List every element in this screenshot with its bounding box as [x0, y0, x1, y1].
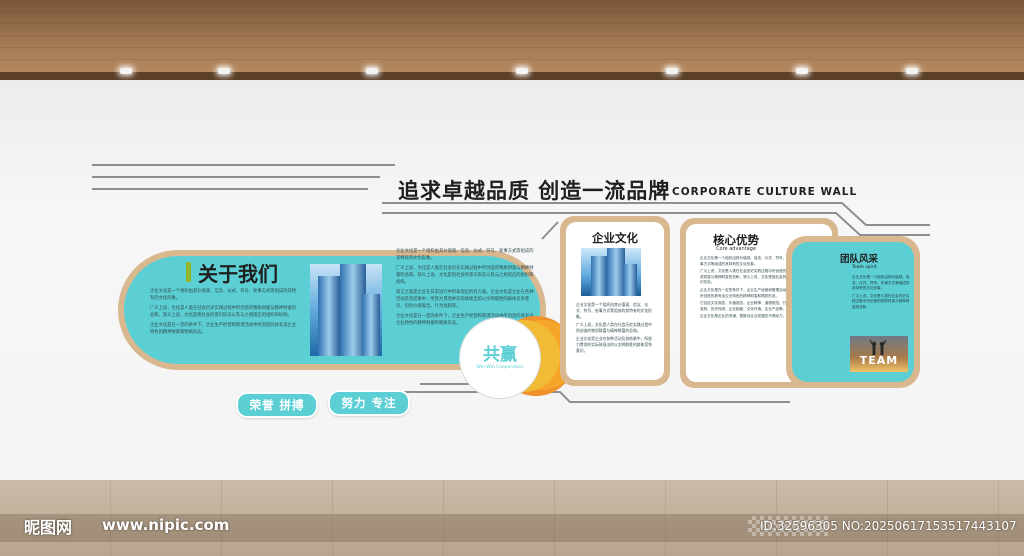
about-title: 关于我们	[198, 262, 278, 286]
culture-text: 企业文化是一个组织由其价值观、信念、仪式、符号、处事方式等组成的其特有的文化形象…	[576, 302, 654, 354]
about-paragraph: 企业文化是一个组织由其价值观、信念、仪式、符号、处事方式等组成的其特有的文化形象…	[150, 289, 297, 301]
culture-title: 企业文化	[592, 231, 638, 245]
win-win-title: 共赢	[483, 345, 517, 365]
page-slogan: 追求卓越品质 创造一流品牌	[398, 179, 671, 203]
team-subtitle: Team spirit	[852, 265, 877, 270]
about-paragraph: 企业文化是一个组织由其价值观、信念、仪式、符号、处事方式等组成的其特有的文化形象…	[396, 249, 534, 261]
advantage-paragraph: 企业文化是在一定的条件下，企业生产经营和管理活动中所创造的具有该企业特色的精神财…	[700, 287, 790, 298]
badge-honor: 荣誉 拼搏	[236, 392, 318, 418]
advantage-text: 企业文化是一个组织由其价值观、信念、仪式、符号、处事方式等组成的其特有的文化形象…	[700, 256, 790, 320]
slogan-english: CORPORATE CULTURE WALL	[672, 186, 858, 198]
skyscraper-photo	[581, 248, 641, 296]
advantage-subtitle: Core advantage	[716, 246, 756, 252]
about-text: 企业文化是一个组织由其价值观、信念、仪式、符号、处事方式等组成的其特有的文化形象…	[396, 248, 536, 327]
team-paragraph: 广义上说，文化是人类在社会历史实践过程中所创造的物质财富与精神财富的总和。	[852, 293, 910, 309]
watermark-logo: 昵图网	[24, 518, 73, 537]
title-accent-bar	[186, 262, 191, 282]
about-paragraph: 简言之就是企业在日常运行中所表现出的各方面。企业文化是企业在各种活动及其结果中，…	[396, 290, 534, 309]
culture-paragraph: 企业文化是企业在各种活动及其结果中，所努力贯彻并实际体现出的以文明取胜的群体竞争…	[576, 336, 652, 353]
advantage-paragraph: 广义上说，文化是人类在社会历史实践过程中所创造的物质财富与精神财富的总和，狭义上…	[700, 269, 790, 285]
skyscraper-photo	[310, 264, 382, 356]
about-text-left: 企业文化是一个组织由其价值观、信念、仪式、符号、处事方式等组成的其特有的文化形象…	[150, 288, 300, 336]
team-text: 企业文化是一个组织由其价值观、信念、仪式、符号、处事方式等组成的其特有的文化形象…	[852, 275, 912, 311]
team-paragraph: 企业文化是一个组织由其价值观、信念、仪式、符号、处事方式等组成的其特有的文化形象…	[852, 275, 910, 291]
about-paragraph: 企业文化是在一定的条件下，企业生产经营和管理活动中所创造的具有该企业特色的精神财…	[150, 323, 297, 335]
advantage-paragraph: 企业文化是企业的灵魂，是推动企业发展的不竭动力。	[700, 314, 787, 319]
advantage-paragraph: 企业文化是一个组织由其价值观、信念、仪式、符号、处事方式等组成的其特有的文化形象…	[700, 256, 790, 266]
culture-paragraph: 广义上说，文化是人类在社会历史实践过程中所创造的物质财富与精神财富的总和。	[576, 322, 652, 333]
watermark-id: ID:32596305 NO:20250617153517443107	[760, 519, 1017, 533]
culture-paragraph: 企业文化是一个组织由其价值观、信念、仪式、符号、处事方式等组成的其特有的文化形象…	[576, 302, 652, 319]
about-paragraph: 广义上说，文化是人类在社会历史实践过程中所创造的物质财富与精神财富的总和，狭义上…	[396, 266, 534, 285]
win-win-subtitle: Win-Win Cooperation	[476, 365, 524, 370]
watermark-url: www.nipic.com	[102, 516, 230, 534]
advantage-paragraph: 它包括文化观念、价值观念、企业精神、道德规范、行为准则、历史传统、企业制度、文化…	[700, 301, 790, 311]
team-title: 团队风采	[840, 254, 879, 265]
badge-effort: 努力 专注	[328, 390, 410, 416]
team-photo-word: TEAM	[859, 354, 899, 367]
about-paragraph: 广义上说，文化是人类在社会历史实践过程中所创造的物质财富与精神财富的总和，狭义上…	[150, 306, 297, 318]
